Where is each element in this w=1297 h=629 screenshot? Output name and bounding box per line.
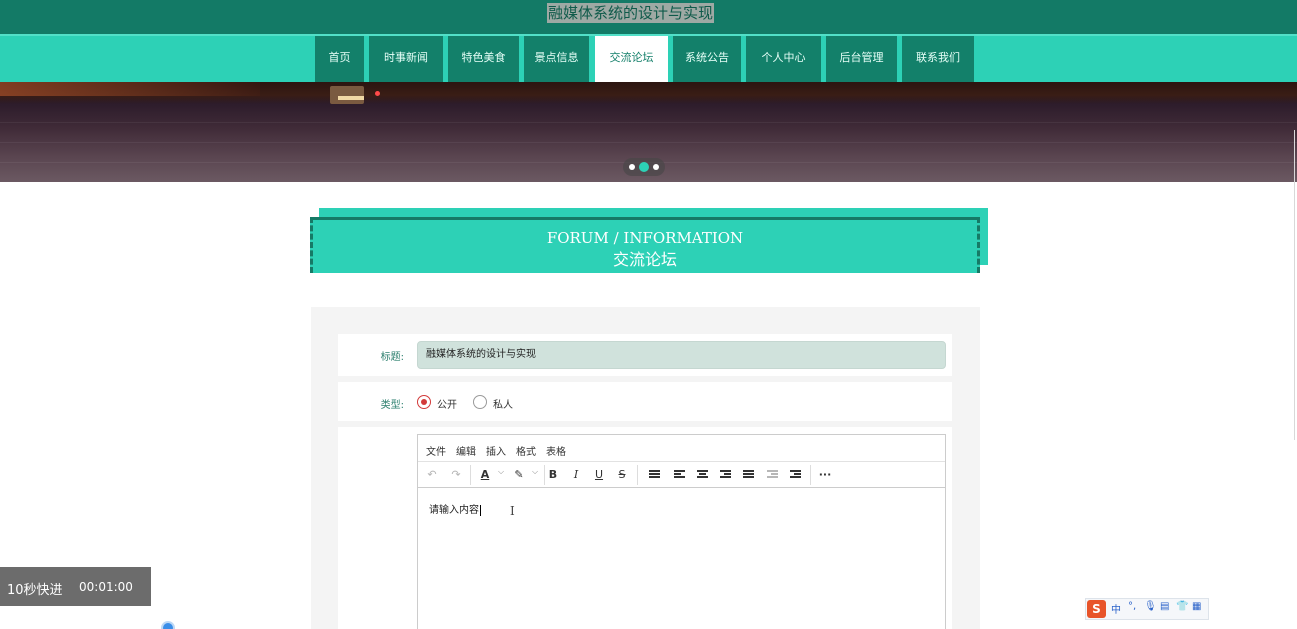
microphone-icon[interactable]: 🎙 (1144, 601, 1157, 612)
toolbar-separator (637, 465, 638, 485)
carousel-dot[interactable] (629, 164, 635, 170)
ibeam-cursor-icon: I (510, 504, 515, 518)
nav-announcements[interactable]: 系统公告 (673, 36, 741, 82)
banner-ripple (0, 142, 1297, 143)
justify-icon[interactable] (743, 470, 754, 480)
site-header: 融媒体系统的设计与实现 (0, 0, 1297, 34)
editor-menubar: 文件 编辑 插入 格式 表格 (418, 435, 945, 462)
nav-forum[interactable]: 交流论坛 (595, 36, 668, 82)
chevron-down-icon[interactable]: ⌵ (498, 467, 504, 477)
font-color-icon[interactable]: A (476, 466, 494, 484)
scrollbar-track[interactable] (1294, 130, 1295, 440)
progress-handle[interactable] (161, 621, 175, 629)
ime-toolbar: S 中 °, 🎙 ▤ 👕 ▦ (1085, 598, 1209, 620)
underline-icon[interactable]: U (590, 466, 608, 484)
menu-file[interactable]: 文件 (426, 443, 446, 458)
fast-forward-button[interactable]: 10秒快进 (7, 579, 63, 598)
nav-attractions[interactable]: 景点信息 (524, 36, 589, 82)
nav-home[interactable]: 首页 (315, 36, 364, 82)
type-private-radio[interactable] (473, 395, 487, 409)
more-icon[interactable]: ··· (816, 466, 834, 484)
type-public-label[interactable]: 公开 (437, 396, 457, 411)
nav-food[interactable]: 特色美食 (448, 36, 519, 82)
section-title-cn: 交流论坛 (612, 250, 677, 269)
banner-glow (0, 82, 260, 96)
indent-icon[interactable] (790, 470, 801, 480)
banner-red-light (375, 91, 380, 96)
highlight-icon[interactable]: ✎ (510, 466, 528, 484)
section-title-en: FORUM / INFORMATION (546, 229, 744, 247)
chevron-down-icon[interactable]: ⌵ (532, 467, 538, 477)
outdent-icon[interactable] (767, 470, 778, 480)
bold-icon[interactable]: B (544, 466, 562, 484)
menu-edit[interactable]: 编辑 (456, 443, 476, 458)
banner-ship (330, 86, 364, 104)
editor-toolbar: ↶ ↷ A ⌵ ✎ ⌵ B I U S ··· (418, 462, 945, 488)
carousel-dot[interactable] (653, 164, 659, 170)
nav-news[interactable]: 时事新闻 (369, 36, 443, 82)
main-nav: 首页 时事新闻 特色美食 景点信息 交流论坛 系统公告 个人中心 后台管理 联系… (0, 34, 1297, 82)
editor-content[interactable]: 请输入内容 (429, 501, 481, 516)
nav-contact[interactable]: 联系我们 (902, 36, 974, 82)
sogou-logo-icon[interactable]: S (1087, 600, 1106, 618)
nav-personal-center[interactable]: 个人中心 (746, 36, 821, 82)
italic-icon[interactable]: I (567, 466, 585, 484)
playback-time: 00:01:00 (79, 580, 133, 594)
toolbar-separator (810, 465, 811, 485)
rich-text-editor: 文件 编辑 插入 格式 表格 ↶ ↷ A ⌵ ✎ ⌵ B I U S ··· 请… (417, 434, 946, 629)
menu-format[interactable]: 格式 (516, 443, 536, 458)
menu-insert[interactable]: 插入 (486, 443, 506, 458)
align-left-icon[interactable] (674, 470, 685, 480)
type-label: 类型: (380, 400, 404, 411)
numbered-list-icon[interactable] (649, 470, 660, 480)
carousel-dot-active[interactable] (639, 162, 649, 172)
banner-ripple (0, 122, 1297, 123)
undo-icon[interactable]: ↶ (423, 466, 441, 484)
type-private-label[interactable]: 私人 (493, 396, 513, 411)
toolbox-icon[interactable]: ▦ (1192, 601, 1201, 612)
align-center-icon[interactable] (697, 470, 708, 480)
type-public-radio[interactable] (417, 395, 431, 409)
carousel-indicators (623, 158, 665, 176)
editor-placeholder: 请输入内容 (429, 505, 479, 516)
skin-icon[interactable]: 👕 (1176, 601, 1188, 612)
menu-table[interactable]: 表格 (546, 443, 566, 458)
video-overlay: 10秒快进 00:01:00 (0, 567, 151, 606)
nav-admin[interactable]: 后台管理 (826, 36, 897, 82)
ime-mode[interactable]: 中 (1111, 601, 1121, 616)
text-cursor (480, 504, 481, 516)
punctuation-icon[interactable]: °, (1128, 601, 1136, 612)
strikethrough-icon[interactable]: S (613, 466, 631, 484)
title-input[interactable]: 融媒体系统的设计与实现 (417, 341, 946, 369)
title-label: 标题: (380, 352, 404, 363)
align-right-icon[interactable] (720, 470, 731, 480)
redo-icon[interactable]: ↷ (447, 466, 465, 484)
keyboard-icon[interactable]: ▤ (1160, 601, 1169, 612)
banner-ship-light (338, 96, 364, 100)
site-title: 融媒体系统的设计与实现 (547, 3, 715, 23)
toolbar-separator (470, 465, 471, 485)
